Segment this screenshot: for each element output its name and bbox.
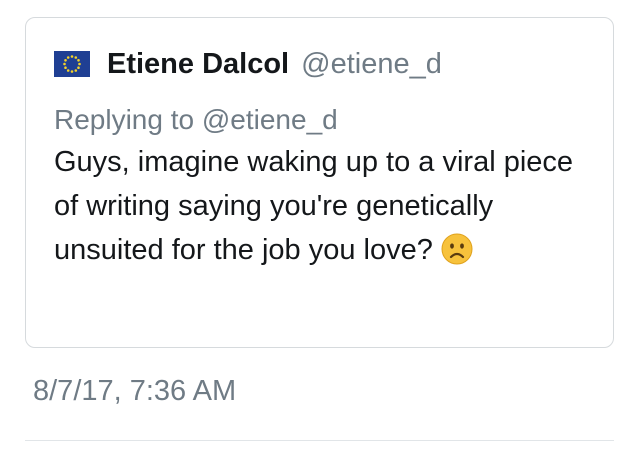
tweet-body: Guys, imagine waking up to a viral piece…	[54, 140, 599, 272]
tweet-timestamp[interactable]: 8/7/17, 7:36 AM	[33, 375, 236, 408]
replying-to-label: Replying to @etiene_d	[54, 104, 338, 135]
author-handle[interactable]: @etiene_d	[301, 48, 442, 81]
quoted-tweet-card[interactable]: Etiene Dalcol @etiene_d Replying to @eti…	[25, 17, 614, 348]
eu-flag-icon	[54, 51, 90, 77]
author-name[interactable]: Etiene Dalcol	[107, 48, 289, 81]
divider	[25, 440, 614, 441]
tweet-author-row: Etiene Dalcol @etiene_d	[54, 44, 442, 84]
frowning-face-emoji-icon	[441, 233, 473, 265]
tweet-text: Guys, imagine waking up to a viral piece…	[54, 146, 574, 266]
